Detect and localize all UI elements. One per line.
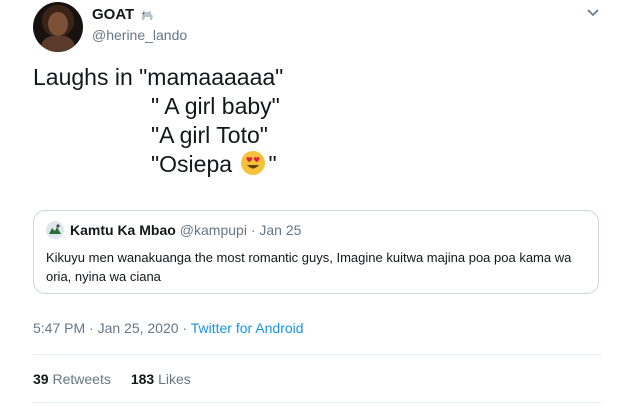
avatar-shirt (41, 36, 75, 52)
tweet-card: GOAT @herine_lando Laughs in "mamaaaaaa"… (0, 0, 626, 406)
likes-count: 183 (130, 371, 155, 387)
author-name-row[interactable]: GOAT (92, 6, 155, 23)
quoted-tweet[interactable]: Kamtu Ka Mbao @kampupi · Jan 25 Kikuyu m… (33, 210, 599, 294)
quoted-author-name[interactable]: Kamtu Ka Mbao (70, 222, 176, 238)
retweets-stat[interactable]: 39 Retweets (33, 371, 111, 387)
heart-eyes-emoji-icon (241, 151, 266, 175)
quoted-tweet-header: Kamtu Ka Mbao @kampupi · Jan 25 (46, 221, 301, 239)
tweet-line-1: Laughs in "mamaaaaaa" (33, 64, 284, 90)
goat-icon (142, 9, 154, 20)
tweet-stats: 39 Retweets 183 Likes (33, 371, 211, 387)
quoted-tweet-text: Kikuyu men wanakuanga the most romantic … (46, 250, 572, 284)
divider-bottom (33, 402, 601, 403)
quoted-avatar[interactable] (46, 221, 64, 239)
tweet-line-4-close: " (268, 151, 277, 177)
tweet-source-link[interactable]: Twitter for Android (191, 320, 304, 336)
chevron-down-icon[interactable] (586, 8, 600, 18)
tweet-text: Laughs in "mamaaaaaa" " A girl baby" "A … (33, 63, 283, 179)
author-avatar[interactable] (33, 2, 83, 52)
tweet-line-3: "A girl Toto" (151, 122, 268, 148)
avatar-face (48, 12, 68, 36)
tweet-timestamp: 5:47 PM · Jan 25, 2020 · Twitter for And… (33, 320, 304, 336)
retweets-label: Retweets (52, 371, 111, 387)
quoted-avatar-image (46, 221, 64, 239)
tweet-line-2: " A girl baby" (151, 93, 280, 119)
tweet-line-4-text: "Osiepa (151, 151, 239, 177)
likes-stat[interactable]: 183 Likes (131, 371, 191, 387)
tweet-line-4: "Osiepa " (33, 150, 283, 179)
divider-top (33, 354, 601, 355)
likes-label: Likes (158, 371, 191, 387)
retweets-count: 39 (33, 371, 49, 387)
tweet-time-date[interactable]: 5:47 PM · Jan 25, 2020 · (33, 320, 191, 336)
author-handle[interactable]: @herine_lando (92, 27, 187, 43)
quoted-handle-date: @kampupi · Jan 25 (179, 222, 302, 238)
author-name[interactable]: GOAT (92, 6, 134, 23)
